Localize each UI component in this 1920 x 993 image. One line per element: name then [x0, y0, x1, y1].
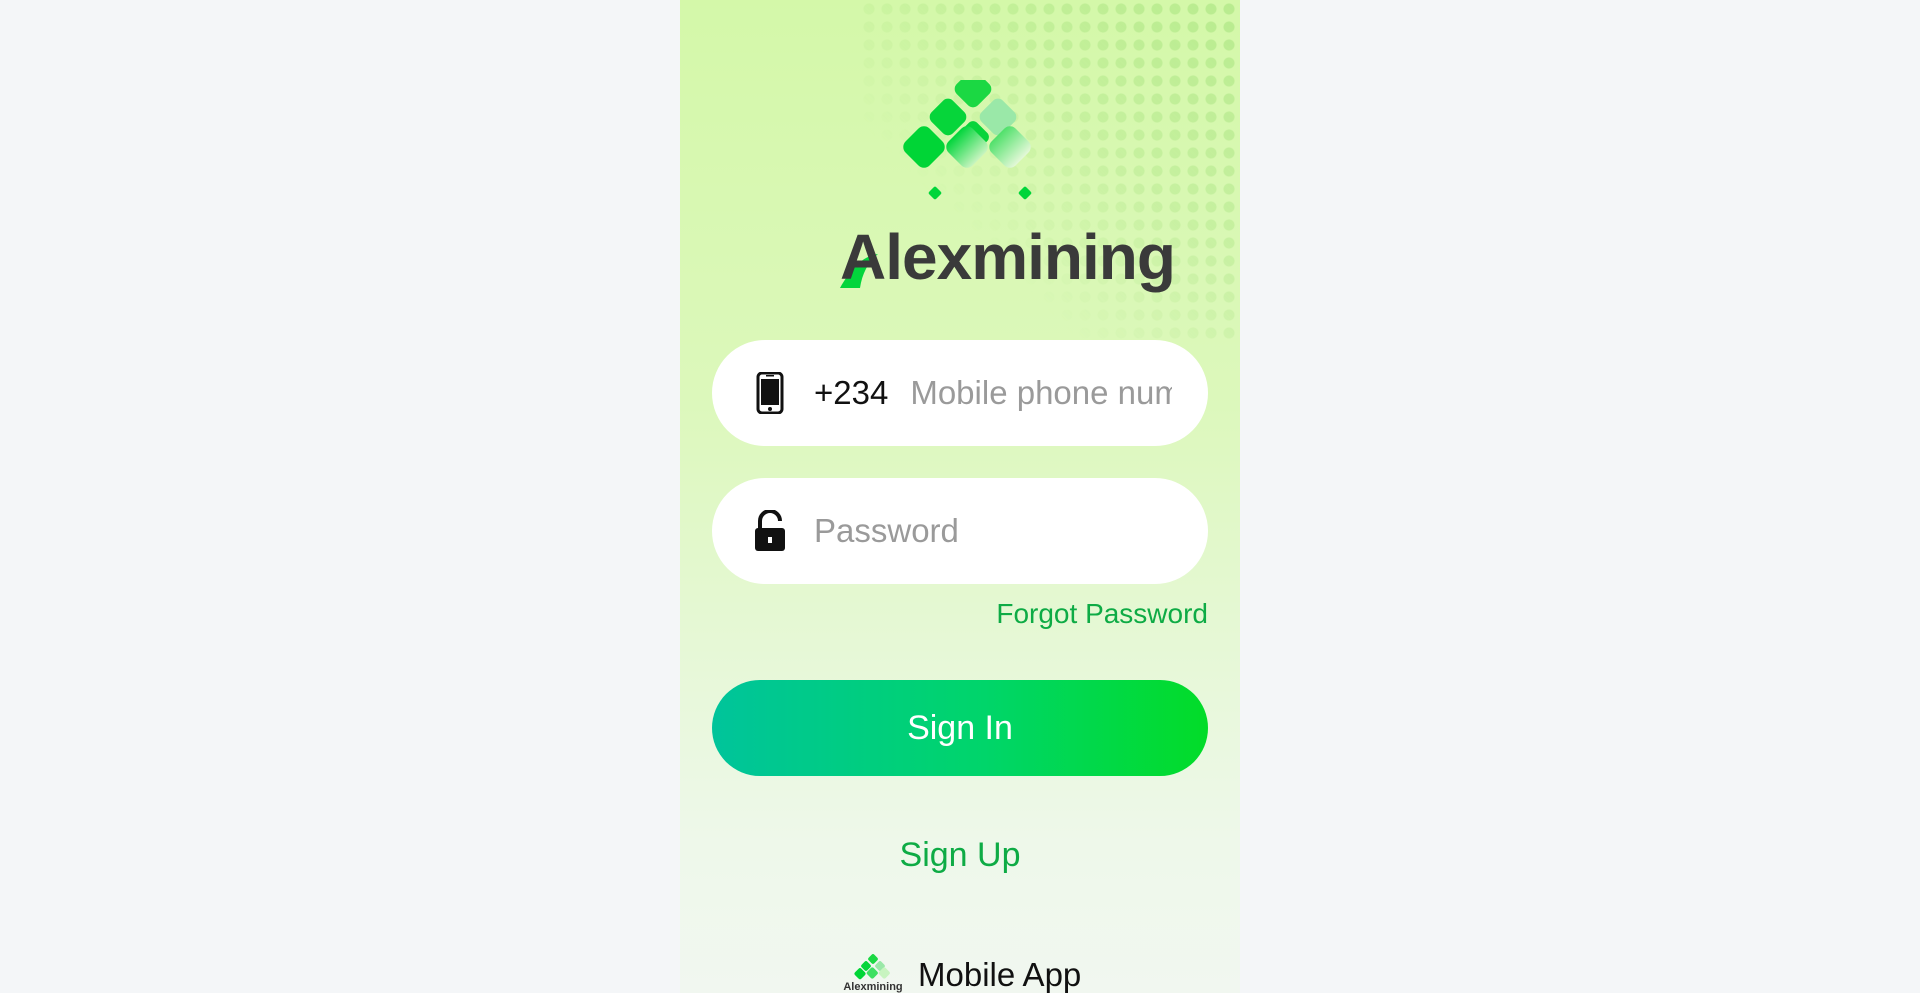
mini-brand-logo: Alexmining [840, 953, 906, 993]
logo-mark-icon [903, 80, 1032, 200]
mobile-phone-icon [748, 371, 792, 415]
mini-brand-name: Alexmining [843, 981, 903, 993]
unlock-icon [748, 509, 792, 553]
mobile-app-label: Mobile App [918, 956, 1082, 993]
sign-in-button[interactable]: Sign In [712, 680, 1208, 776]
forgot-password-link[interactable]: Forgot Password [996, 598, 1208, 630]
password-field[interactable] [712, 478, 1208, 584]
brand-name: Alexmining [840, 221, 1176, 293]
mobile-app-link[interactable]: Alexmining Mobile App [840, 950, 1081, 993]
mini-logo-mark-icon [854, 954, 890, 980]
phone-field[interactable]: +234 [712, 340, 1208, 446]
login-screen: Alexmining +234 Forgot Password Sign In … [680, 0, 1240, 993]
country-code[interactable]: +234 [814, 374, 888, 412]
password-input[interactable] [814, 501, 1174, 561]
phone-input[interactable] [910, 363, 1173, 423]
sign-up-link[interactable]: Sign Up [680, 836, 1240, 875]
brand-logo: Alexmining [780, 80, 1176, 300]
